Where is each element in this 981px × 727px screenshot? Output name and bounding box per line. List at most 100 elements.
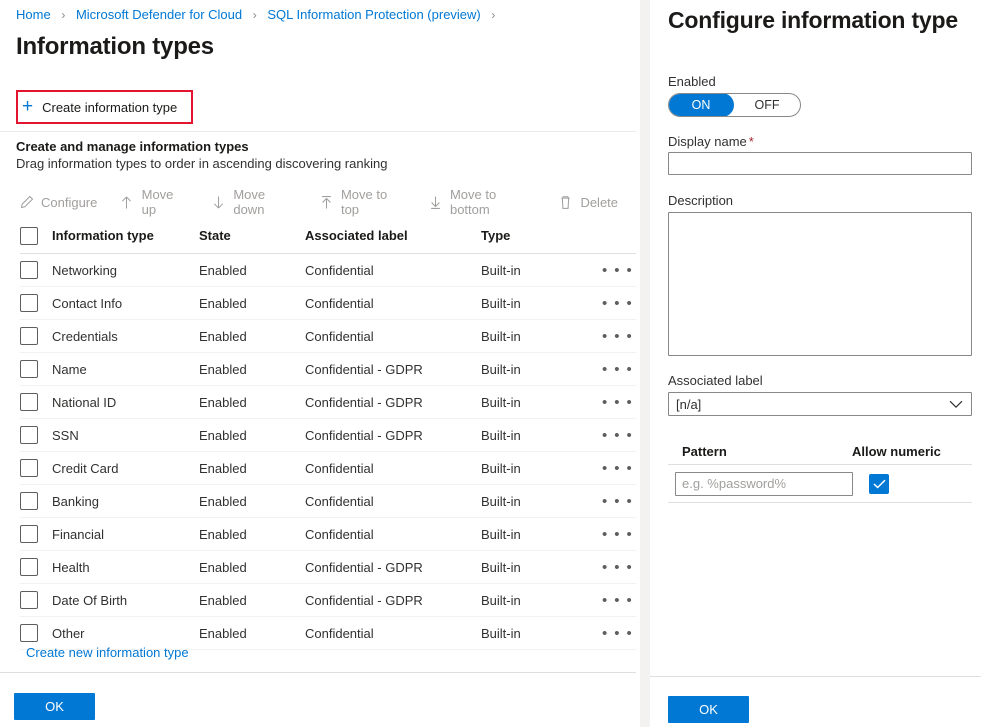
row-actions-cell: • • • bbox=[580, 626, 636, 641]
app-root: Home › Microsoft Defender for Cloud › SQ… bbox=[0, 0, 981, 727]
row-context-menu-icon[interactable]: • • • bbox=[602, 461, 633, 476]
row-checkbox[interactable] bbox=[20, 327, 38, 345]
column-header-type[interactable]: Type bbox=[481, 228, 580, 243]
table-row[interactable]: Date Of Birth Enabled Confidential - GDPR B… bbox=[20, 584, 636, 617]
description-textarea[interactable] bbox=[668, 212, 972, 356]
table-row[interactable]: Health Enabled Confidential - GDPR Built-in… bbox=[20, 551, 636, 584]
pencil-icon bbox=[18, 194, 34, 210]
arrow-to-top-icon bbox=[319, 194, 334, 210]
row-select-cell bbox=[20, 360, 52, 378]
move-to-top-button[interactable]: Move to top bbox=[319, 187, 406, 217]
enabled-toggle-off-option[interactable]: OFF bbox=[734, 94, 800, 116]
row-context-menu-icon[interactable]: • • • bbox=[602, 296, 633, 311]
row-actions-cell: • • • bbox=[580, 527, 636, 542]
row-context-menu-icon[interactable]: • • • bbox=[602, 428, 633, 443]
display-name-input[interactable] bbox=[668, 152, 972, 175]
table-row[interactable]: National ID Enabled Confidential - GDPR Bui… bbox=[20, 386, 636, 419]
row-checkbox[interactable] bbox=[20, 261, 38, 279]
table-row[interactable]: Credentials Enabled Confidential Built-in • … bbox=[20, 320, 636, 353]
breadcrumb-item-sql-information-protection[interactable]: SQL Information Protection (preview) bbox=[267, 7, 480, 22]
row-checkbox[interactable] bbox=[20, 624, 38, 642]
enabled-label: Enabled bbox=[668, 74, 716, 89]
move-to-top-label: Move to top bbox=[340, 187, 388, 217]
row-select-cell bbox=[20, 591, 52, 609]
cell-state: Enabled bbox=[199, 295, 247, 311]
row-select-cell bbox=[20, 624, 52, 642]
row-actions-cell: • • • bbox=[580, 428, 636, 443]
cell-type: Built-in bbox=[481, 559, 521, 575]
row-checkbox[interactable] bbox=[20, 360, 38, 378]
display-name-label: Display name * bbox=[668, 134, 754, 149]
move-up-button[interactable]: Move up bbox=[119, 187, 189, 217]
cell-associated-label: Confidential bbox=[305, 493, 374, 509]
table-row[interactable]: Name Enabled Confidential - GDPR Built-in • … bbox=[20, 353, 636, 386]
allow-numeric-checkbox[interactable] bbox=[869, 473, 889, 494]
row-context-menu-icon[interactable]: • • • bbox=[602, 494, 633, 509]
row-context-menu-icon[interactable]: • • • bbox=[602, 329, 633, 344]
cell-type: Built-in bbox=[481, 460, 521, 476]
row-checkbox[interactable] bbox=[20, 426, 38, 444]
move-to-bottom-button[interactable]: Move to bottom bbox=[428, 187, 536, 217]
row-context-menu-icon[interactable]: • • • bbox=[602, 560, 633, 575]
row-actions-cell: • • • bbox=[580, 593, 636, 608]
cell-information-type: Date Of Birth bbox=[52, 592, 128, 608]
row-context-menu-icon[interactable]: • • • bbox=[602, 593, 633, 608]
breadcrumb-item-defender-for-cloud[interactable]: Microsoft Defender for Cloud bbox=[76, 7, 242, 22]
row-context-menu-icon[interactable]: • • • bbox=[602, 362, 633, 377]
create-information-type-button[interactable]: + Create information type bbox=[22, 95, 177, 119]
table-row[interactable]: Financial Enabled Confidential Built-in • • … bbox=[20, 518, 636, 551]
column-header-state[interactable]: State bbox=[199, 228, 305, 243]
table-row[interactable]: Credit Card Enabled Confidential Built-in • … bbox=[20, 452, 636, 485]
row-checkbox[interactable] bbox=[20, 525, 38, 543]
row-checkbox[interactable] bbox=[20, 492, 38, 510]
move-down-label: Move down bbox=[233, 187, 266, 217]
breadcrumb-item-home[interactable]: Home bbox=[16, 7, 51, 22]
cell-type: Built-in bbox=[481, 625, 521, 641]
column-header-information-type[interactable]: Information type bbox=[52, 228, 199, 243]
row-actions-cell: • • • bbox=[580, 263, 636, 278]
page-title: Information types bbox=[16, 33, 214, 60]
left-ok-button[interactable]: OK bbox=[14, 693, 95, 720]
table-row[interactable]: SSN Enabled Confidential - GDPR Built-in • •… bbox=[20, 419, 636, 452]
column-header-associated-label[interactable]: Associated label bbox=[305, 228, 481, 243]
select-all-checkbox[interactable] bbox=[20, 226, 38, 245]
move-down-button[interactable]: Move down bbox=[211, 187, 297, 217]
delete-label: Delete bbox=[580, 194, 619, 210]
associated-label-select[interactable]: [n/a] bbox=[668, 392, 972, 416]
configure-button[interactable]: Configure bbox=[18, 194, 97, 210]
row-checkbox[interactable] bbox=[20, 591, 38, 609]
arrow-to-bottom-icon bbox=[428, 194, 443, 210]
cell-information-type: SSN bbox=[52, 427, 79, 443]
select-all-cell bbox=[20, 226, 52, 245]
row-actions-cell: • • • bbox=[580, 494, 636, 509]
table-row[interactable]: Banking Enabled Confidential Built-in • • • bbox=[20, 485, 636, 518]
pattern-input[interactable] bbox=[675, 471, 853, 496]
delete-button[interactable]: Delete bbox=[557, 194, 618, 210]
cell-type: Built-in bbox=[481, 328, 521, 344]
row-checkbox[interactable] bbox=[20, 294, 38, 312]
create-new-information-type-link[interactable]: Create new information type bbox=[26, 645, 189, 660]
cell-state: Enabled bbox=[199, 361, 247, 377]
cell-associated-label: Confidential - GDPR bbox=[305, 361, 423, 377]
row-select-cell bbox=[20, 558, 52, 576]
enabled-toggle-on-option[interactable]: ON bbox=[669, 94, 734, 116]
row-checkbox[interactable] bbox=[20, 558, 38, 576]
cell-type: Built-in bbox=[481, 295, 521, 311]
row-checkbox[interactable] bbox=[20, 459, 38, 477]
enabled-toggle[interactable]: ON OFF bbox=[668, 93, 801, 117]
table-row[interactable]: Networking Enabled Confidential Built-in • •… bbox=[20, 254, 636, 287]
configure-ok-button[interactable]: OK bbox=[668, 696, 749, 723]
row-context-menu-icon[interactable]: • • • bbox=[602, 263, 633, 278]
row-actions-cell: • • • bbox=[580, 395, 636, 410]
row-actions-cell: • • • bbox=[580, 461, 636, 476]
cell-state: Enabled bbox=[199, 592, 247, 608]
row-checkbox[interactable] bbox=[20, 393, 38, 411]
row-context-menu-icon[interactable]: • • • bbox=[602, 395, 633, 410]
row-actions-cell: • • • bbox=[580, 329, 636, 344]
row-context-menu-icon[interactable]: • • • bbox=[602, 626, 633, 641]
table-row[interactable]: Contact Info Enabled Confidential Built-in •… bbox=[20, 287, 636, 320]
row-context-menu-icon[interactable]: • • • bbox=[602, 527, 633, 542]
row-actions-cell: • • • bbox=[580, 560, 636, 575]
configure-panel-title: Configure information type bbox=[668, 7, 958, 33]
row-select-cell bbox=[20, 492, 52, 510]
